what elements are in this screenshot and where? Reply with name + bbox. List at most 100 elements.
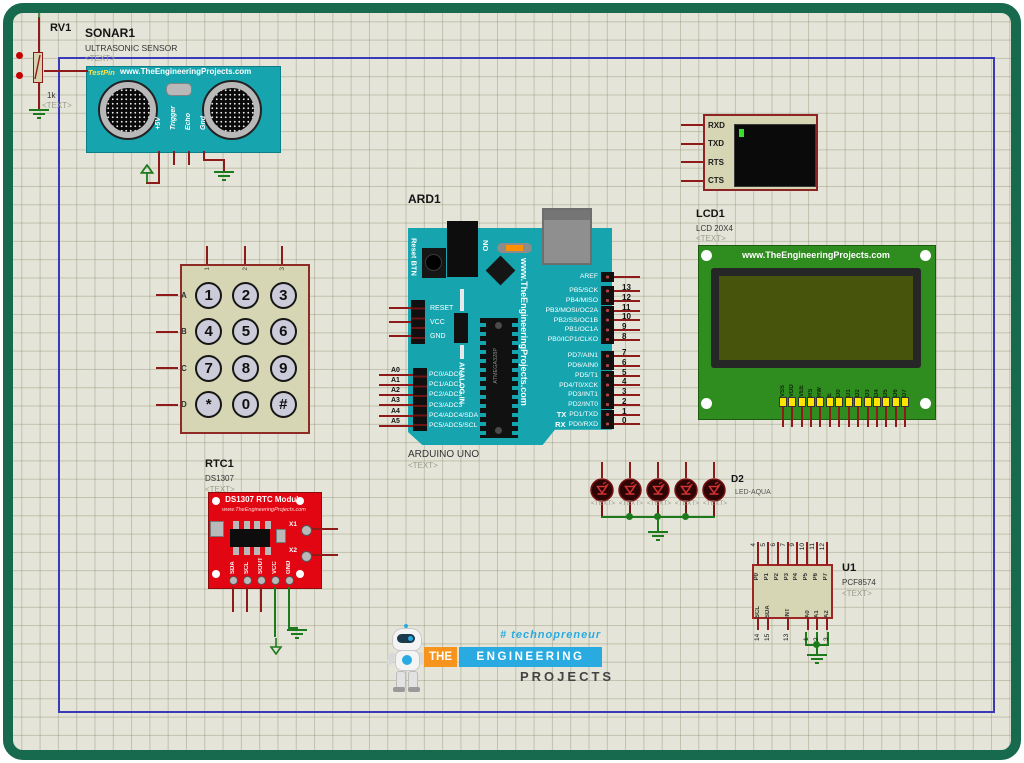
arduino-pin-number: 1 [622, 407, 626, 416]
wire: 0 [614, 419, 640, 429]
keypad-row-label: D [181, 400, 187, 409]
pot-wiper-icon [34, 53, 41, 81]
u1-pin-number: 5 [761, 543, 768, 547]
wire [38, 17, 40, 52]
keypad-key[interactable]: 9 [270, 355, 297, 382]
lcd-url: www.TheEngineeringProjects.com [698, 250, 934, 260]
u1-bottom-pins: SCL 14 SDA 15 INT 13 A0 1 A1 2 A2 3 [753, 592, 832, 641]
led[interactable] [674, 462, 698, 502]
keypad-key[interactable]: 8 [232, 355, 259, 382]
arduino-pin-label: PD2/INT0 [568, 401, 598, 408]
wire [806, 542, 808, 565]
keypad-key-cell: 5 [227, 314, 264, 351]
led-icon [674, 478, 698, 502]
arduino-digital-pin-row: PD6/AIN0 6 [450, 361, 640, 371]
u1-pin-number: 10 [800, 543, 807, 550]
wire [810, 407, 812, 427]
arduino-header-pin [601, 371, 614, 381]
wire [791, 407, 793, 427]
arduino-digital-pin-row: RX PD0/RXD 0 [450, 419, 640, 429]
wire [629, 462, 631, 478]
arduino-pin-label: PD3/INT1 [568, 391, 598, 398]
arduino-on-label: ON [482, 240, 490, 251]
lcd-pin: D1 [844, 367, 853, 427]
led[interactable] [702, 462, 726, 502]
keypad-key[interactable]: 5 [232, 318, 259, 345]
keypad-key[interactable]: 0 [232, 391, 259, 418]
sonar-receiver [202, 80, 262, 140]
led[interactable] [646, 462, 670, 502]
arduino-pin-number: 4 [622, 377, 626, 386]
lcd-pin-pad [826, 397, 834, 407]
u1-port-label: P4 [793, 573, 799, 580]
wire: 10 [614, 315, 640, 325]
u1-ref: U1 [842, 562, 856, 574]
arduino-header-pin [601, 306, 614, 316]
rtc-ref: RTC1 [205, 458, 234, 470]
arduino-digital-pin-row: PD7/AIN1 7 [450, 351, 640, 361]
power-icon [139, 164, 155, 184]
keypad-key[interactable]: 1 [195, 282, 222, 309]
lcd-type: LCD 20X4 [696, 224, 733, 233]
lcd-bezel [711, 268, 921, 368]
wire [782, 407, 784, 427]
lcd-pin-label: D2 [855, 367, 861, 397]
mounting-hole [296, 497, 304, 505]
keypad-key[interactable]: 4 [195, 318, 222, 345]
u1-port-label: P5 [803, 573, 809, 580]
keypad-key-cell: 7 [190, 350, 227, 387]
wire [389, 321, 411, 323]
wire [188, 151, 190, 165]
keypad-key[interactable]: 3 [270, 282, 297, 309]
lcd-pin-label: D7 [902, 367, 908, 397]
arduino-pin-number: 2 [622, 397, 626, 406]
wire [158, 151, 160, 184]
u1-pin-label: INT [785, 592, 791, 618]
u1-pin: 5 P1 [763, 542, 773, 580]
wire [44, 70, 88, 72]
rtc-xtal1-label: X1 [289, 521, 297, 528]
keypad-key[interactable]: 7 [195, 355, 222, 382]
wire [156, 294, 178, 296]
keypad-key-cell: 9 [265, 350, 302, 387]
rtc-url: www.TheEngineeringProjects.com [208, 507, 320, 513]
u1-port-label: P6 [813, 573, 819, 580]
keypad-key[interactable]: 2 [232, 282, 259, 309]
u1-pin-number: 11 [810, 543, 817, 550]
logo-robot-icon [386, 624, 428, 696]
wire [819, 407, 821, 427]
wire [389, 307, 411, 309]
lcd-pin-pad [845, 397, 853, 407]
arduino-pin-label: PD7/AIN1 [568, 352, 598, 359]
led[interactable] [618, 462, 642, 502]
led-icon [646, 478, 670, 502]
led[interactable] [590, 462, 614, 502]
keypad-column-label: 1 [190, 267, 227, 271]
arduino-power-pins: RESET VCC GND [389, 301, 453, 343]
logo-engineering-badge: ENGINEERING [459, 647, 602, 667]
arduino-reset-button[interactable] [422, 248, 446, 278]
arduino-digital-pin-row: PB1/OC1A 9 [450, 325, 640, 335]
u1-pin-number: 2 [814, 630, 821, 641]
u1-pin: A1 2 [812, 592, 822, 641]
pot-ref: RV1 [50, 22, 71, 34]
wire [389, 335, 411, 337]
keypad-key[interactable]: # [270, 391, 297, 418]
u1-pin-number: 3 [824, 630, 831, 641]
wire [816, 618, 818, 630]
u1-port-label: P1 [764, 573, 770, 580]
arduino-digital-pin-row: PD2/INT0 2 [450, 400, 640, 410]
arduino-digital-pin-row: PB5/SCK 13 [450, 286, 640, 296]
wire [244, 246, 246, 264]
lcd-pin-label: RW [817, 367, 823, 397]
rtc-pin-label: GND [286, 552, 292, 574]
arduino-header-pin [601, 315, 614, 325]
wire [614, 272, 640, 282]
keypad-key[interactable]: * [195, 391, 222, 418]
potentiometer-body[interactable] [33, 52, 43, 83]
led-text-placeholder: <TEXT> [645, 500, 673, 507]
wire [38, 83, 40, 109]
mounting-hole [296, 570, 304, 578]
lcd-pin-pad [835, 397, 843, 407]
keypad-key[interactable]: 6 [270, 318, 297, 345]
